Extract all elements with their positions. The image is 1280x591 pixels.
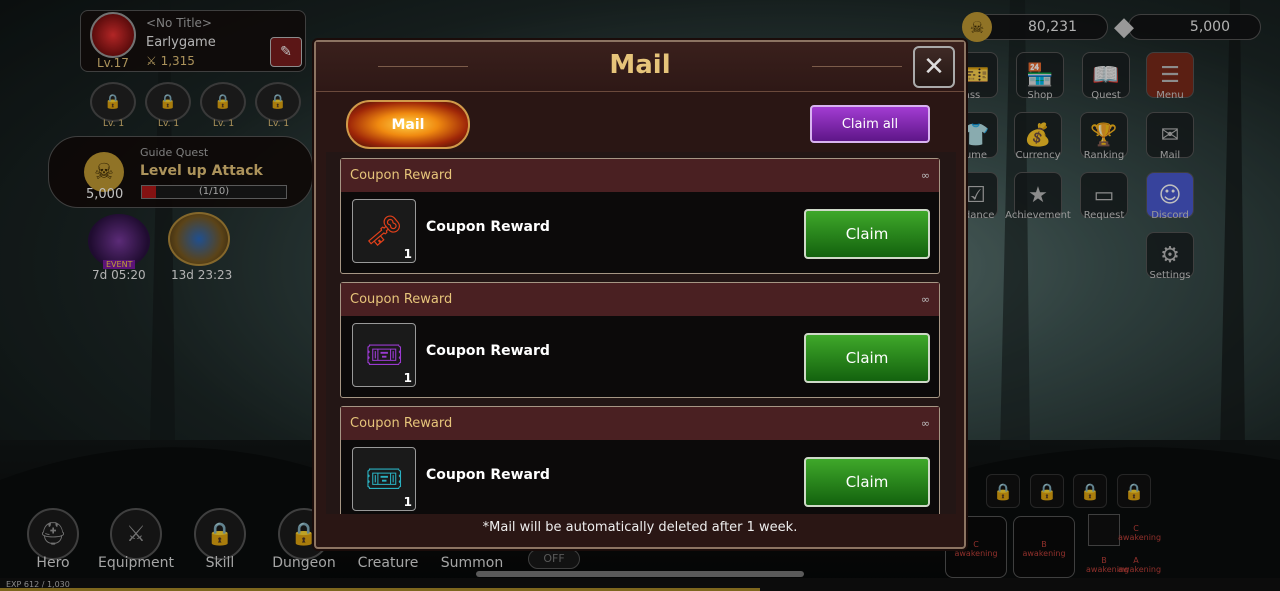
- mail-item: Coupon Reward ∞ 🗝 1 Coupon Reward Claim: [340, 158, 940, 274]
- mail-item: Coupon Reward ∞ 🎟 1 Coupon Reward Claim: [340, 282, 940, 398]
- mail-item-title: Coupon Reward: [426, 219, 550, 235]
- mail-item: Coupon Reward ∞ 🎟 1 Coupon Reward Claim: [340, 406, 940, 514]
- mail-item-category: Coupon Reward: [350, 168, 453, 183]
- mail-item-header: Coupon Reward ∞: [341, 283, 939, 316]
- flame-key-icon: 🗝: [364, 213, 404, 249]
- reward-item-slot[interactable]: 🎟 1: [352, 323, 416, 387]
- mail-item-header: Coupon Reward ∞: [341, 407, 939, 440]
- claim-all-button[interactable]: Claim all: [810, 105, 930, 143]
- reward-item-slot[interactable]: 🎟 1: [352, 447, 416, 511]
- mail-list[interactable]: Coupon Reward ∞ 🗝 1 Coupon Reward Claim Co…: [326, 152, 956, 514]
- mail-item-category: Coupon Reward: [350, 416, 453, 431]
- purple-ticket-icon: 🎟: [364, 337, 404, 373]
- mail-expiry: ∞: [920, 169, 930, 182]
- reward-quantity: 1: [403, 371, 412, 385]
- reward-quantity: 1: [403, 247, 412, 261]
- claim-button[interactable]: Claim: [804, 333, 930, 383]
- claim-button[interactable]: Claim: [804, 209, 930, 259]
- mail-item-title: Coupon Reward: [426, 467, 550, 483]
- claim-button[interactable]: Claim: [804, 457, 930, 507]
- reward-quantity: 1: [403, 495, 412, 509]
- mail-item-title: Coupon Reward: [426, 343, 550, 359]
- close-button[interactable]: ✕: [913, 46, 955, 88]
- mail-item-category: Coupon Reward: [350, 292, 453, 307]
- mail-item-header: Coupon Reward ∞: [341, 159, 939, 192]
- teal-ticket-icon: 🎟: [364, 461, 404, 497]
- reward-item-slot[interactable]: 🗝 1: [352, 199, 416, 263]
- mail-dialog-title: Mail: [609, 50, 671, 80]
- mail-deletion-note: *Mail will be automatically deleted afte…: [482, 520, 798, 535]
- mail-expiry: ∞: [920, 417, 930, 430]
- scrollbar[interactable]: [476, 571, 804, 577]
- tab-mail[interactable]: Mail: [346, 100, 470, 149]
- close-icon: ✕: [923, 52, 945, 82]
- mail-expiry: ∞: [920, 293, 930, 306]
